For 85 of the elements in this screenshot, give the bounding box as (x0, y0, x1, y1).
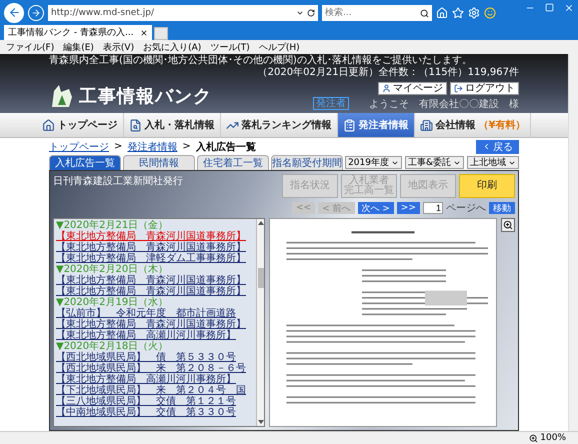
notice-link[interactable]: 【東北地方整備局 高瀬川河川事務所】 (56, 330, 254, 341)
breadcrumb-separator: > (182, 141, 191, 152)
filter-dropdown[interactable]: 上北地域 (467, 156, 519, 169)
date-heading: ▼2020年2月18日（火） (56, 341, 170, 352)
scrollbar[interactable] (256, 219, 264, 426)
document-search-icon (128, 118, 142, 132)
welcome-text: ようこそ 有限会社〇〇建設 様 (369, 98, 519, 110)
home-icon (42, 118, 55, 132)
arrow-right-icon (31, 8, 41, 18)
page-tab[interactable]: 指名願受付期間 (271, 155, 344, 170)
notice-link[interactable]: 【東北地方整備局 青森河川国道事務所】 (56, 286, 254, 297)
pager-button[interactable]: 次へ > (358, 202, 394, 214)
zoom-level[interactable]: 100% (540, 433, 566, 443)
page-scrollbar[interactable] (568, 54, 578, 431)
menu-item[interactable]: お気に入り(A) (143, 40, 202, 54)
nav-tab[interactable]: 会社情報 （¥有料） (414, 113, 532, 137)
menu-item[interactable]: 表示(V) (102, 40, 134, 54)
zoom-icon[interactable] (529, 434, 538, 442)
site-logo: 工事情報バンク (79, 85, 212, 108)
notice-link[interactable]: 【下北地域県民局】 来 第２０４号 国 (56, 385, 254, 396)
building-icon (420, 118, 433, 132)
new-tab-button[interactable] (154, 27, 168, 40)
menu-item[interactable]: 編集(E) (63, 40, 94, 54)
home-icon[interactable] (436, 6, 448, 18)
nav-tab[interactable]: 入札・落札情報 (124, 113, 221, 137)
back-link-button[interactable]: 戻る (476, 140, 519, 154)
arrow-left-icon (8, 6, 20, 19)
page-tab[interactable]: 住宅着工一覧 (197, 155, 270, 170)
clipboard-icon (342, 118, 356, 132)
update-info: （2020年02月21日更新）全件数：（115件）119,967件 (258, 67, 519, 79)
breadcrumb-current: 入札広告一覧 (196, 140, 256, 154)
logout-button[interactable]: ログアウト (450, 82, 519, 94)
forward-button[interactable] (28, 4, 44, 20)
nav-tab[interactable]: トップページ (36, 113, 124, 137)
menu-item[interactable]: ヘルプ(H) (258, 40, 300, 54)
filter-dropdown[interactable]: 2019年度 (345, 156, 402, 169)
action-button[interactable]: 印刷 (459, 174, 515, 198)
date-heading: ▼2020年2月20日（木） (56, 264, 170, 275)
page-input[interactable]: 1 (423, 202, 443, 214)
breadcrumb-link[interactable]: 発注者情報 (127, 140, 178, 154)
settings-icon[interactable] (468, 6, 480, 18)
page-label: ページへ (446, 202, 486, 215)
page-tab[interactable]: 入札広告一覧 (49, 155, 122, 170)
notice-link[interactable]: 【東北地方整備局 高瀬川河川事務所】 (56, 374, 254, 385)
notice-link[interactable]: 【三八地域県民局】 交債 第１２１号 (56, 396, 254, 407)
search-field[interactable]: 検索... (322, 4, 432, 20)
breadcrumb-separator: > (114, 141, 122, 152)
notice-link[interactable]: 【西北地域県民局】 債 第５３３０号 (56, 352, 254, 363)
close-icon[interactable] (140, 28, 148, 36)
page-tab[interactable]: 民間情報 (123, 155, 196, 170)
role-badge: 発注者 (313, 97, 349, 110)
notice-text: 青森県内全工事(国の機関･地方公共団体･その他の機関)の入札･落札情報をご提供いたします。 (49, 55, 472, 66)
chevron-left-icon (482, 142, 491, 151)
logout-icon (454, 84, 463, 92)
notice-link[interactable]: 【弘前市】 令和元年度 都市計画道路 (56, 308, 254, 319)
go-button[interactable]: 移動 (489, 202, 515, 214)
publisher-text: 日刊青森建設工業新聞社発行 (53, 174, 183, 189)
maximize-icon[interactable] (545, 3, 554, 12)
notice-link[interactable]: 【西北地域県民局】 来 第２０８－６号 (56, 363, 254, 374)
address-bar[interactable]: http://www.md-snet.jp/ (48, 4, 318, 20)
notice-link[interactable]: 【東北地方整備局 青森河川国道事務所】 (56, 319, 254, 330)
menu-item[interactable]: ファイル(F) (6, 40, 54, 54)
filter-dropdown[interactable]: 工事&委託 (404, 156, 464, 169)
notice-link[interactable]: 【中南地域県民局】 交債 第３３０号 (56, 407, 254, 418)
browser-tab[interactable]: 工事情報バンク - 青森県の入... (4, 25, 152, 40)
search-icon[interactable] (420, 8, 429, 18)
notice-link[interactable]: 【東北地方整備局 青森河川国道事務所】 (56, 231, 254, 242)
my-page-button[interactable]: マイページ (378, 82, 447, 94)
date-heading: ▼2020年2月19日（水） (56, 297, 170, 308)
back-button[interactable] (4, 2, 24, 22)
refresh-icon[interactable] (307, 8, 315, 16)
notice-link[interactable]: 【東北地方整備局 青森河川国道事務所】 (56, 242, 254, 253)
zoom-button[interactable] (501, 218, 515, 232)
date-heading: ▼2020年2月21日（金） (56, 220, 170, 231)
nav-tab[interactable]: 発注者情報 (338, 113, 415, 137)
breadcrumb-link[interactable]: トップページ (49, 140, 109, 154)
notice-link[interactable]: 【東北地方整備局 津軽ダム工事事務所】 (56, 253, 254, 264)
star-icon[interactable] (452, 6, 464, 18)
zoom-in-icon (503, 220, 513, 230)
user-icon (382, 84, 391, 92)
smiley-icon[interactable] (484, 6, 496, 18)
menu-item[interactable]: ツール(T) (210, 40, 250, 54)
notice-link[interactable]: 【東北地方整備局 青森河川国道事務所】 (56, 275, 254, 286)
logo-icon (49, 83, 75, 109)
pager-button[interactable]: >> (396, 202, 420, 214)
